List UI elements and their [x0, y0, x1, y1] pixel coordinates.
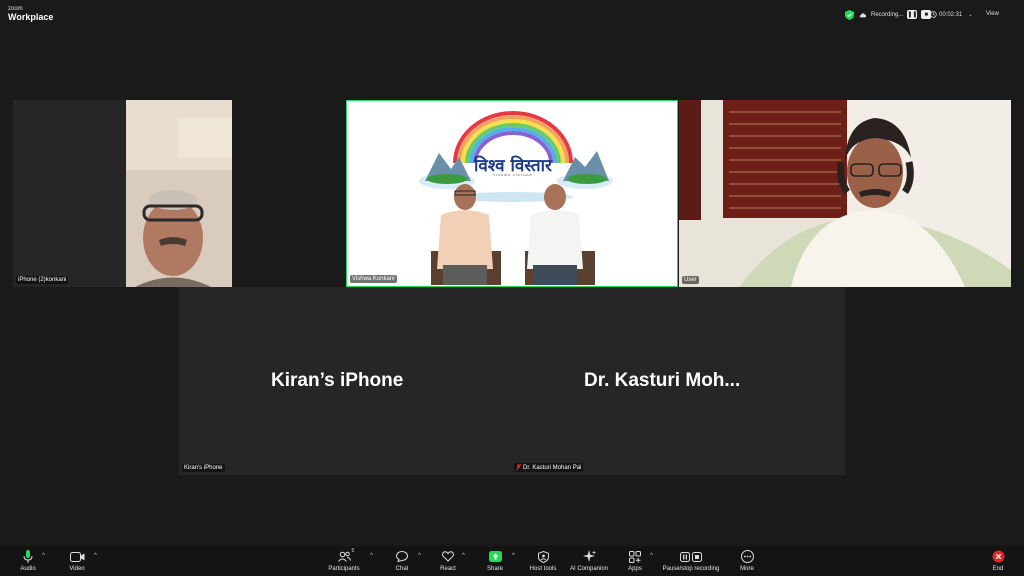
participants-count: 5	[351, 548, 355, 554]
participant-display-name: Dr. Kasturi Moh...	[584, 370, 741, 391]
participant-video-man-glasses	[13, 100, 232, 287]
apps-label: Apps	[628, 566, 642, 572]
pause-recording-button[interactable]: ❚❚	[907, 10, 917, 19]
stop-icon: ■	[924, 11, 929, 18]
audio-options-caret-icon[interactable]: ^	[42, 553, 45, 559]
timer-value: 00:02:31	[939, 11, 963, 18]
participant-display-name: Kiran’s iPhone	[271, 370, 404, 391]
sparkle-icon	[582, 550, 596, 562]
view-label: View	[986, 11, 999, 17]
apps-icon	[629, 550, 641, 563]
clock-icon	[930, 11, 937, 18]
chevron-down-icon: ⌄	[968, 11, 973, 18]
participants-no-video-panel: Kiran’s iPhone Kiran's iPhone Dr. Kastur…	[179, 287, 845, 475]
stop-icon	[692, 551, 702, 562]
react-options-caret-icon[interactable]: ^	[462, 553, 465, 559]
participant-name-label: Dr. Kasturi Mohan Pai	[514, 463, 584, 472]
recording-indicator[interactable]: Recording... ❚❚ ■	[859, 10, 932, 19]
audio-button[interactable]: Audio	[0, 549, 56, 572]
end-label: End	[992, 566, 1004, 572]
video-tile-iphone-konkani[interactable]: iPhone (2)konkani	[13, 100, 232, 287]
ai-companion-label: AI Companion	[569, 566, 609, 572]
video-camera-icon	[69, 551, 84, 562]
host-tools-label: Host tools	[529, 566, 557, 572]
participant-video-man-office	[679, 100, 1011, 287]
video-options-caret-icon[interactable]: ^	[94, 553, 97, 559]
chat-bubble-icon	[396, 551, 408, 562]
more-button[interactable]: More	[719, 549, 775, 572]
heart-icon	[442, 551, 454, 562]
view-button[interactable]: View	[986, 11, 999, 17]
mic-muted-icon	[516, 464, 521, 471]
audio-label: Audio	[20, 566, 36, 572]
meeting-timer[interactable]: 00:02:31 ⌄	[930, 11, 973, 18]
share-label: Share	[486, 566, 503, 572]
participant-name-label: Vishwa Konkani	[350, 275, 397, 283]
share-screen-icon	[488, 551, 502, 562]
close-icon	[992, 550, 1004, 563]
participants-button[interactable]: 5 Participants	[316, 548, 372, 572]
encryption-shield-icon[interactable]	[845, 10, 854, 20]
recording-label: Recording...	[871, 11, 904, 18]
video-label: Video	[69, 566, 85, 572]
microphone-icon	[23, 549, 33, 563]
participant-name-label: Kiran's iPhone	[182, 464, 225, 472]
top-bar: zoom Workplace Recording... ❚❚ ■ 00:02:3…	[0, 0, 1024, 28]
video-tile-user[interactable]: User	[679, 100, 1011, 287]
video-tile-vishwa-konkani[interactable]: विश्व विस्तार VISHWA VISTHAR Vishwa Konk…	[346, 100, 678, 287]
participants-icon	[337, 551, 351, 562]
host-shield-icon	[537, 550, 549, 563]
participant-tile-kasturi-mohan-pai[interactable]: Dr. Kasturi Moh... Dr. Kasturi Mohan Pai	[512, 287, 845, 475]
end-meeting-button[interactable]: End	[970, 549, 1024, 572]
pause-icon	[680, 551, 690, 562]
participant-name-label: User	[682, 276, 699, 284]
participants-label: Participants	[328, 566, 360, 572]
zoom-logo: zoom Workplace	[8, 6, 54, 22]
meeting-toolbar: Audio ^ Video ^ 5 Participants ^ Chat ^ …	[0, 546, 1024, 576]
pause-icon: ❚❚	[907, 11, 918, 18]
participant-video-studio	[347, 101, 676, 285]
participant-tile-kiran-iphone[interactable]: Kiran’s iPhone Kiran's iPhone	[179, 287, 512, 475]
more-dots-icon	[740, 550, 754, 563]
cloud-recording-icon	[859, 12, 867, 17]
participants-options-caret-icon[interactable]: ^	[370, 553, 373, 559]
participant-name-text: Dr. Kasturi Mohan Pai	[523, 464, 582, 471]
participant-name-label: iPhone (2)konkani	[16, 276, 69, 284]
pause-stop-recording-label: Pause/stop recording	[662, 566, 720, 572]
react-label: React	[440, 566, 456, 572]
chat-label: Chat	[395, 566, 409, 572]
more-label: More	[740, 566, 754, 572]
banner-subtitle: VISHWA VISTHAR	[493, 173, 533, 177]
